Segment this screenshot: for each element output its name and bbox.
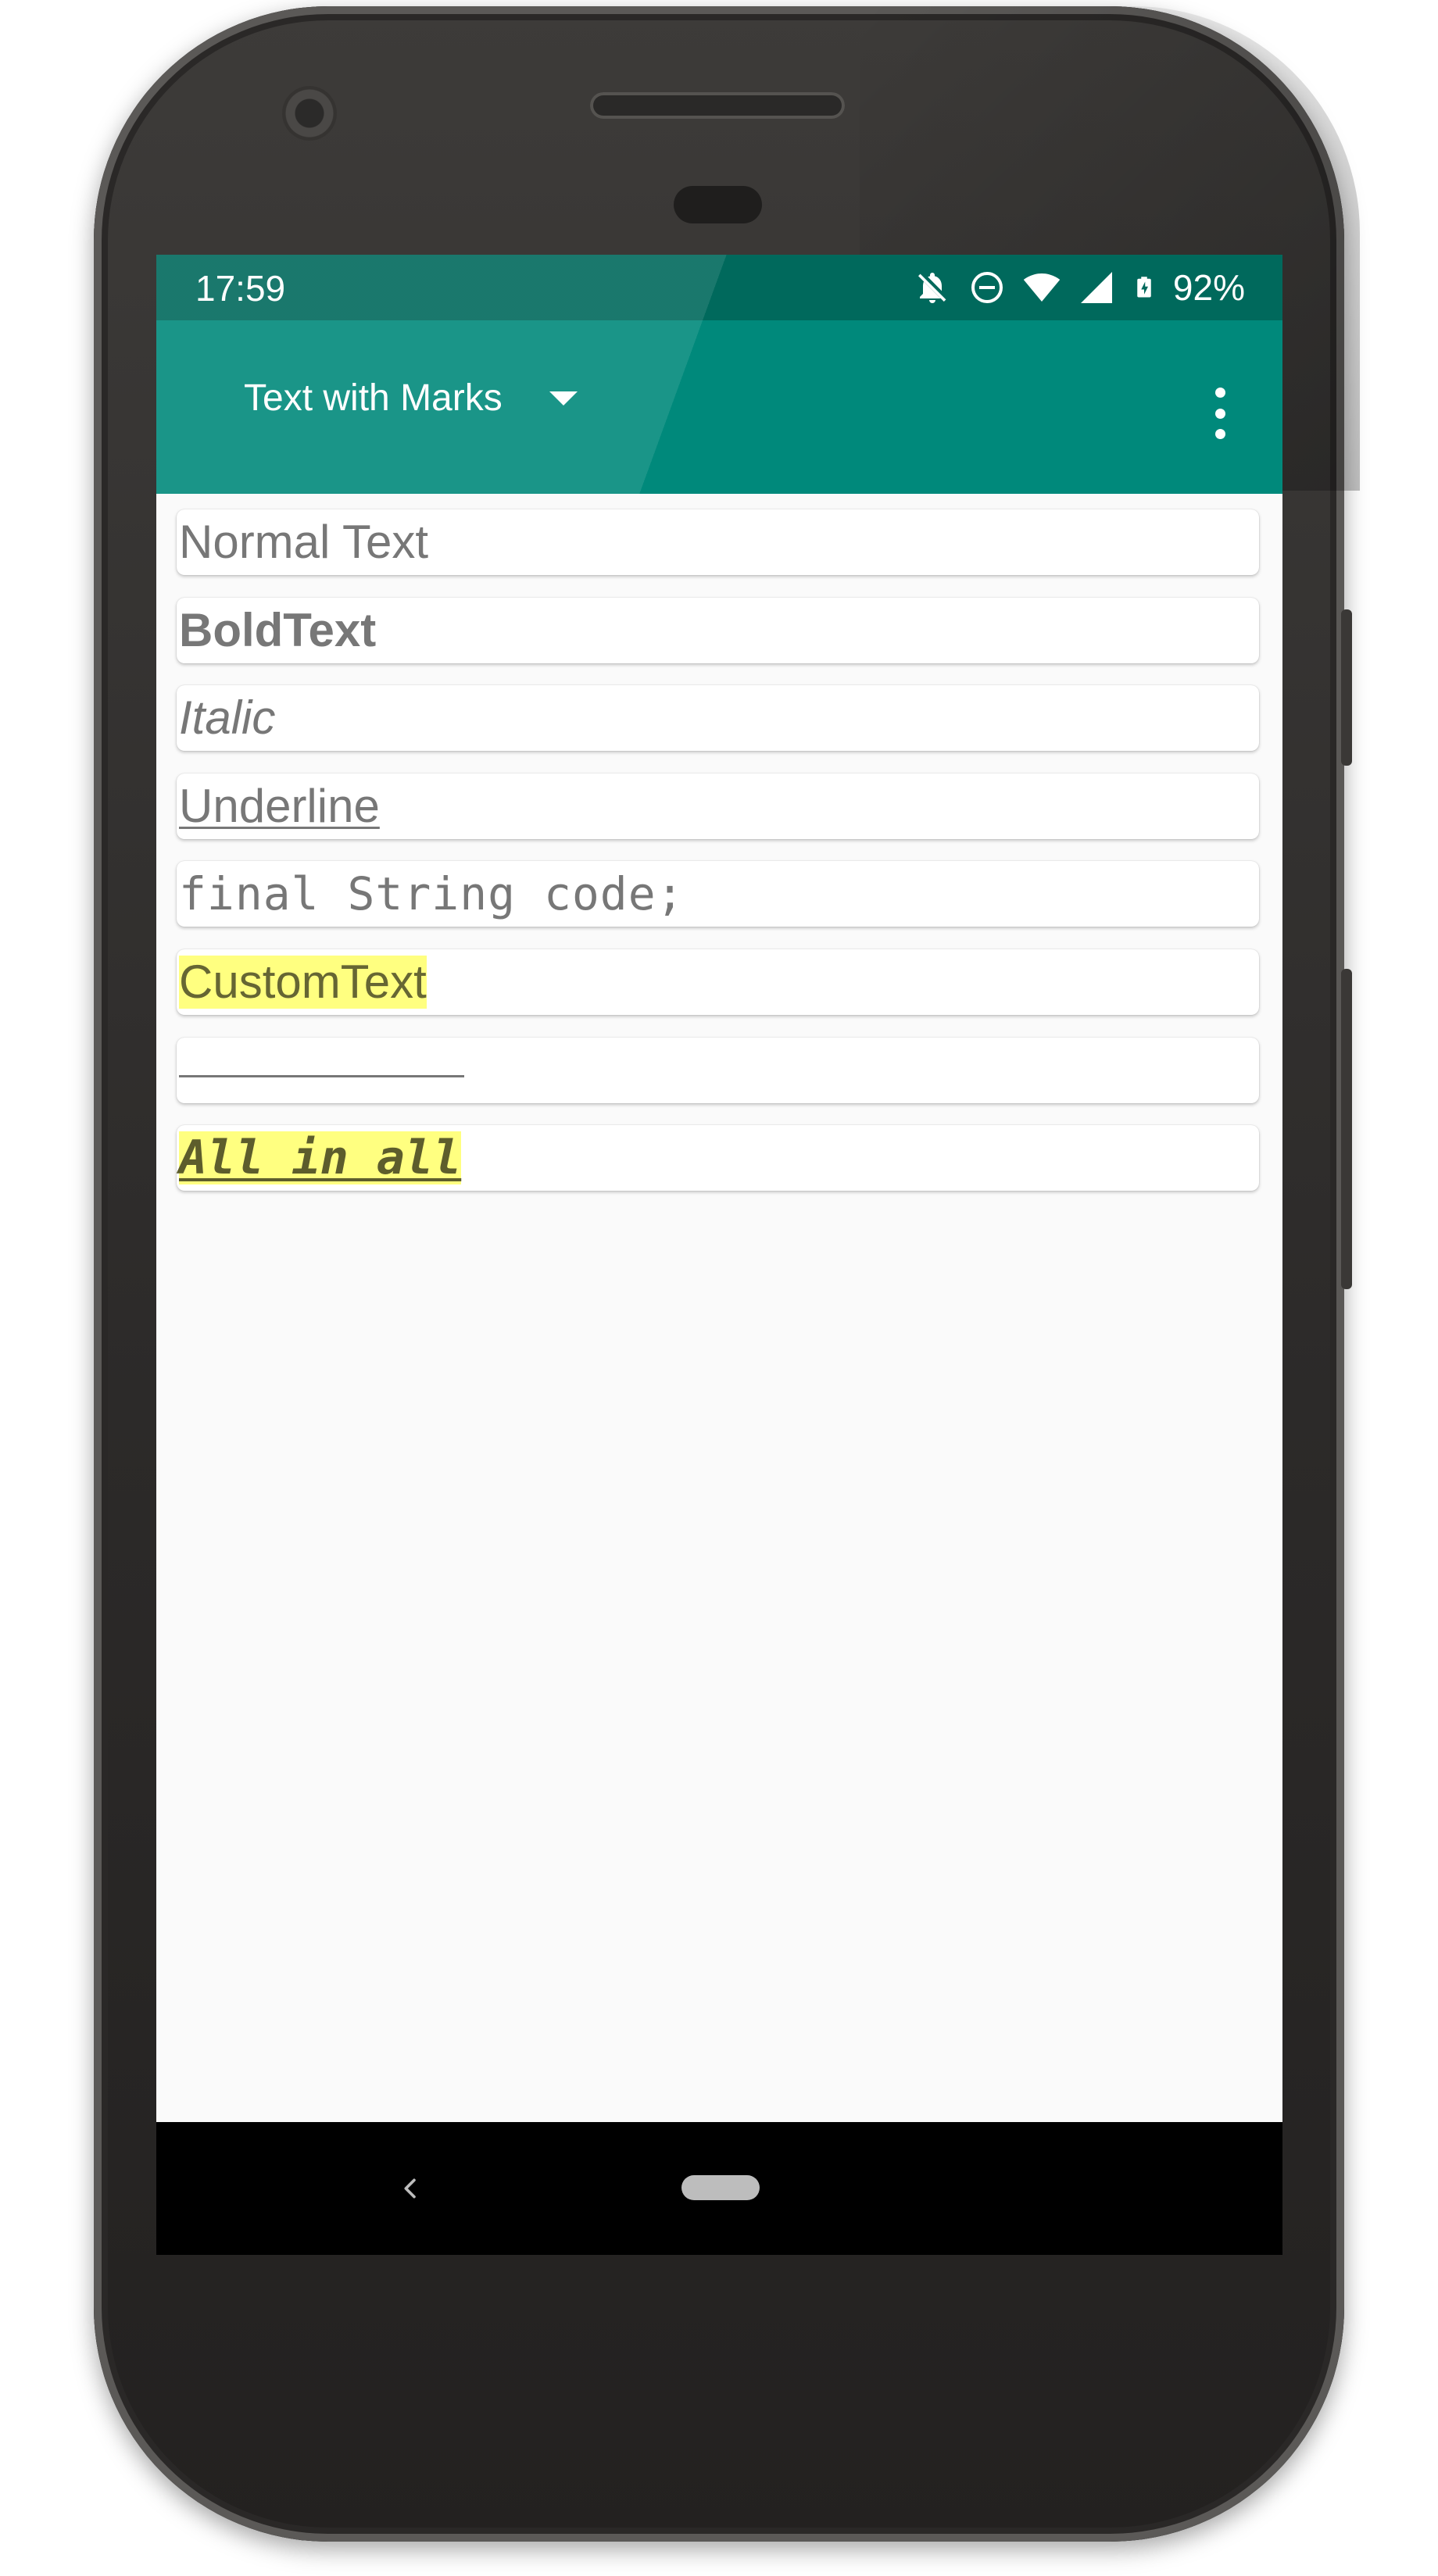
field-text: BoldText (179, 604, 377, 656)
device-screen: 17:59 92% Text with Marks Normal Text Bo… (156, 255, 1282, 2255)
field-text: Italic (179, 691, 276, 744)
proximity-sensor (674, 186, 762, 223)
field-text: Underline (179, 780, 380, 832)
cell-signal-icon (1080, 272, 1112, 303)
overflow-dot (1214, 429, 1225, 439)
notifications-off-icon (918, 273, 946, 303)
power-button (1341, 609, 1352, 766)
overflow-menu-icon[interactable] (1204, 388, 1236, 439)
field-text: Normal Text (179, 516, 428, 568)
navigation-bar (156, 2122, 1282, 2255)
dropdown-caret-icon (549, 391, 578, 406)
earpiece-speaker (590, 92, 845, 119)
do-not-disturb-icon (971, 272, 1003, 303)
text-field-italic[interactable]: Italic (177, 685, 1259, 751)
status-icons: 92% (914, 267, 1245, 308)
overflow-dot (1214, 388, 1225, 398)
field-text: CustomText (179, 956, 427, 1009)
text-field-custom[interactable]: CustomText (177, 949, 1259, 1015)
battery-charging-icon (1137, 277, 1151, 298)
text-field-code[interactable]: final String code; (177, 861, 1259, 927)
status-time: 17:59 (195, 268, 286, 309)
text-field-bold[interactable]: BoldText (177, 598, 1259, 663)
volume-rocker (1341, 969, 1352, 1289)
field-text: All in all (179, 1131, 462, 1185)
home-pill-icon[interactable] (681, 2175, 760, 2200)
spinner-label: Text with Marks (244, 377, 503, 419)
mode-spinner[interactable]: Text with Marks (244, 377, 578, 420)
status-bar: 17:59 92% (156, 255, 1282, 320)
wifi-icon (1023, 273, 1061, 302)
battery-percent: 92% (1172, 267, 1245, 308)
text-field-all-in-all[interactable]: All in all (177, 1125, 1259, 1191)
back-chevron-icon[interactable] (383, 2161, 438, 2216)
front-camera (282, 86, 337, 141)
blank-underline (179, 1075, 464, 1077)
overflow-dot (1214, 408, 1225, 419)
device-frame: 17:59 92% Text with Marks Normal Text Bo… (0, 0, 1438, 2576)
text-field-blank[interactable] (177, 1038, 1259, 1103)
app-bar: Text with Marks (156, 320, 1282, 494)
text-field-underline[interactable]: Underline (177, 774, 1259, 839)
field-text: final String code; (179, 867, 685, 920)
text-field-normal[interactable]: Normal Text (177, 509, 1259, 575)
back-chevron-glyph (404, 2178, 416, 2199)
